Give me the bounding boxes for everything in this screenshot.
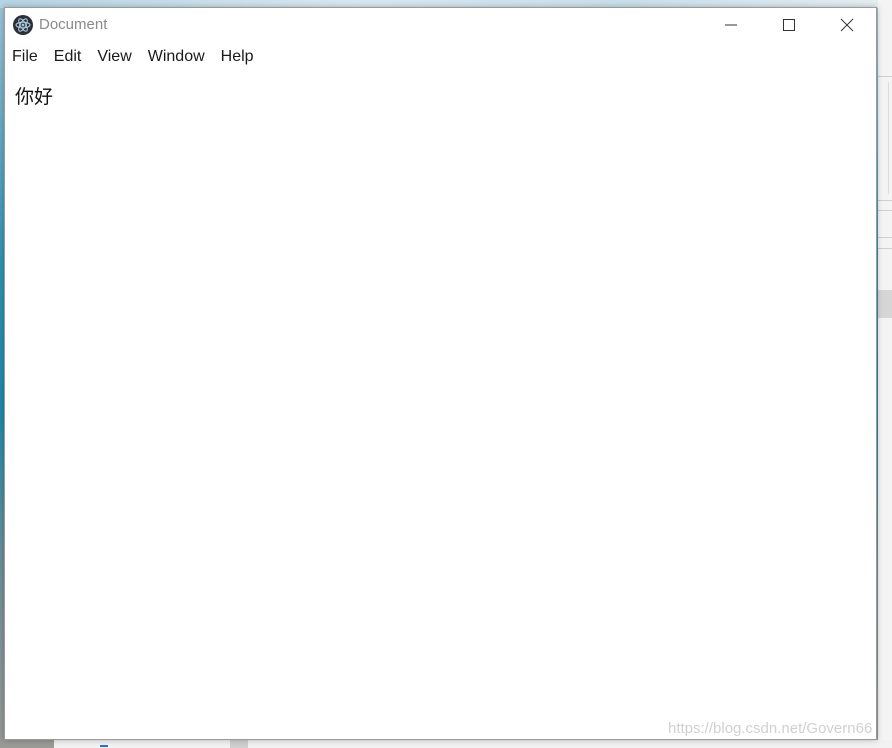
window-title: Document <box>39 16 108 33</box>
menu-window[interactable]: Window <box>140 42 213 72</box>
maximize-icon <box>783 19 795 31</box>
maximize-button[interactable] <box>760 8 818 42</box>
close-icon <box>840 18 854 32</box>
background-window-edge <box>878 0 892 748</box>
menu-file[interactable]: File <box>5 42 46 72</box>
menu-view[interactable]: View <box>89 42 139 72</box>
menu-bar: File Edit View Window Help <box>5 42 876 72</box>
document-editor[interactable]: 你好 <box>5 72 876 739</box>
electron-atom-icon <box>13 15 33 35</box>
close-button[interactable] <box>818 8 876 42</box>
background-window-bottom <box>54 740 892 748</box>
minimize-button[interactable] <box>702 8 760 42</box>
title-bar[interactable]: Document <box>5 8 876 42</box>
watermark-text: https://blog.csdn.net/Govern66 <box>668 720 873 737</box>
app-window: Document File Edit View Window Help 你好 <box>4 7 877 740</box>
menu-edit[interactable]: Edit <box>46 42 90 72</box>
menu-help[interactable]: Help <box>213 42 262 72</box>
minimize-icon <box>725 24 737 26</box>
document-text: 你好 <box>15 86 54 108</box>
